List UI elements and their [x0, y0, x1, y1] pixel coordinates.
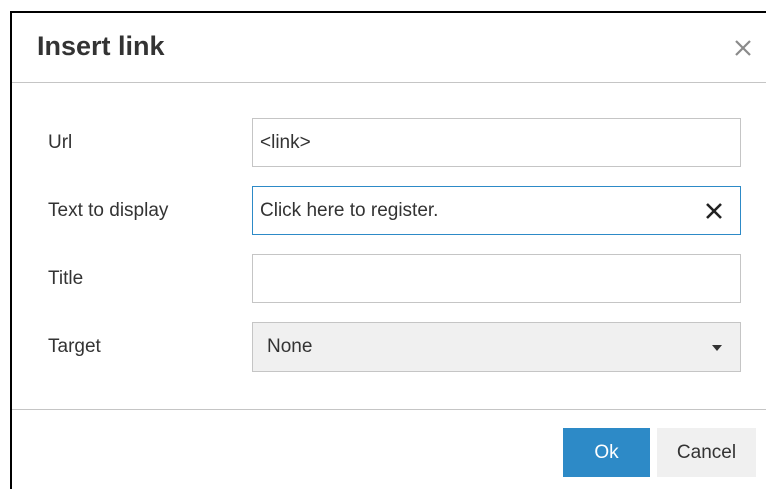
- url-input[interactable]: [253, 119, 740, 166]
- cancel-button[interactable]: Cancel: [657, 428, 756, 477]
- target-select[interactable]: None: [252, 322, 741, 372]
- chevron-down-icon: [712, 345, 722, 351]
- text-to-display-input[interactable]: [253, 187, 740, 234]
- dialog-body: Url Text to display Title Target None: [12, 83, 766, 409]
- dialog-header: Insert link: [12, 13, 766, 83]
- close-button[interactable]: [730, 35, 756, 61]
- target-label: Target: [48, 336, 101, 357]
- title-label: Title: [48, 268, 84, 289]
- insert-link-dialog: Insert link Url Text to display Title: [10, 11, 766, 489]
- clear-icon: [706, 203, 722, 219]
- target-selected-value: None: [267, 336, 313, 357]
- title-field-wrapper: [252, 254, 741, 303]
- dialog-footer: Ok Cancel: [12, 409, 766, 492]
- text-to-display-field-wrapper: [252, 186, 741, 235]
- dialog-title: Insert link: [37, 31, 165, 61]
- clear-text-button[interactable]: [702, 199, 726, 223]
- text-to-display-label: Text to display: [48, 200, 169, 221]
- url-label: Url: [48, 132, 73, 153]
- close-icon: [735, 40, 751, 56]
- url-field-wrapper: [252, 118, 741, 167]
- title-input[interactable]: [253, 255, 740, 302]
- ok-button[interactable]: Ok: [563, 428, 650, 477]
